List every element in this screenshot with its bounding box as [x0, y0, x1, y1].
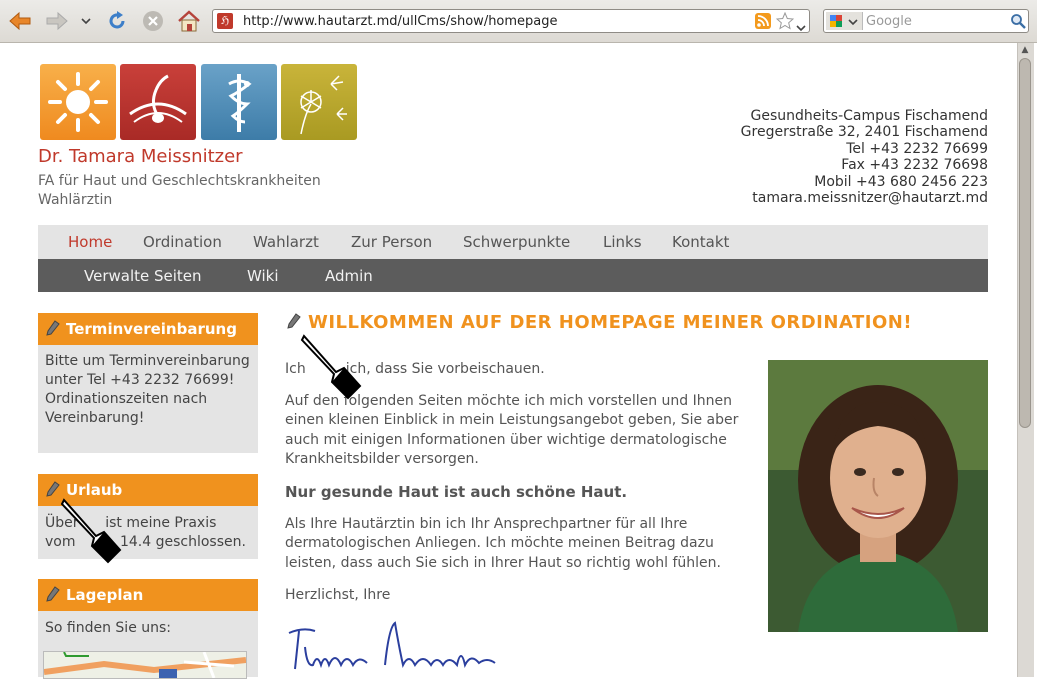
- search-placeholder: Google: [866, 14, 912, 29]
- forward-arrow-icon[interactable]: [44, 8, 70, 34]
- nav-wahlarzt[interactable]: Wahlarzt: [253, 233, 319, 251]
- skin-logo-icon: [120, 64, 196, 140]
- site-subtitle-2: Wahlärztin: [38, 192, 113, 208]
- paragraph-line: einen kleinen Einblick in mein Leistungs…: [285, 412, 739, 429]
- reload-icon[interactable]: [104, 8, 130, 34]
- main-navigation: Home Ordination Wahlarzt Zur Person Schw…: [38, 225, 988, 259]
- rss-feed-icon[interactable]: [755, 13, 771, 33]
- closing-text: Herzlichst, Ihre: [285, 587, 391, 603]
- lageplan-box-header: Lageplan: [38, 579, 258, 611]
- paragraph-line: Als Ihre Hautärztin bin ich Ihr Ansprech…: [285, 516, 688, 532]
- termin-text-line: Vereinbarung!: [45, 410, 145, 426]
- termin-box-title: Terminvereinbarung: [66, 320, 237, 338]
- nav-wiki[interactable]: Wiki: [247, 267, 279, 285]
- nav-home[interactable]: Home: [68, 233, 112, 251]
- slogan-heading: Nur gesunde Haut ist auch schöne Haut.: [285, 483, 628, 501]
- browser-toolbar: ℌ http://www.hautarzt.md/ullCms/show/hom…: [0, 0, 1037, 43]
- paragraph-line: leisten, dass auch Sie sich in Ihrer Hau…: [285, 554, 721, 571]
- site-favicon-icon: ℌ: [217, 13, 233, 29]
- contact-fax: Fax +43 2232 76698: [841, 157, 988, 174]
- dandelion-logo-icon: [281, 64, 357, 140]
- termin-box-header: Terminvereinbarung: [38, 313, 258, 345]
- termin-box-body: Bitte um Terminvereinbarung unter Tel +4…: [38, 345, 258, 453]
- scroll-up-arrow-icon[interactable]: ▲: [1019, 44, 1031, 56]
- nav-verwalte-seiten[interactable]: Verwalte Seiten: [84, 267, 202, 285]
- admin-navigation: Verwalte Seiten Wiki Admin: [38, 259, 988, 292]
- contact-address-name: Gesundheits-Campus Fischamend: [750, 108, 988, 124]
- search-bar[interactable]: Google: [823, 9, 1029, 33]
- search-engine-selector[interactable]: [826, 12, 863, 30]
- nav-zur-person[interactable]: Zur Person: [351, 233, 432, 251]
- url-text: http://www.hautarzt.md/ullCms/show/homep…: [243, 14, 558, 29]
- sun-logo-icon: [40, 64, 116, 140]
- contact-tel: Tel +43 2232 76699: [846, 140, 988, 157]
- edit-pencil-icon[interactable]: [46, 586, 60, 606]
- hand-cursor-icon: [300, 332, 364, 406]
- contact-mobile: Mobil +43 680 2456 223: [814, 173, 988, 190]
- contact-street: Gregerstraße 32, 2401 Fischamend: [740, 124, 988, 141]
- lageplan-box-title: Lageplan: [66, 586, 144, 604]
- nav-kontakt[interactable]: Kontakt: [672, 233, 729, 251]
- home-icon[interactable]: [176, 8, 202, 34]
- paragraph-line: dermatologischen Anliegen. Ich möchte me…: [285, 535, 714, 552]
- lageplan-text: So finden Sie uns:: [45, 620, 172, 636]
- signature-image: [285, 617, 507, 677]
- history-dropdown-icon[interactable]: [77, 8, 95, 34]
- nav-ordination[interactable]: Ordination: [143, 233, 222, 251]
- paragraph-line: auch mit einigen Informationen über wich…: [285, 431, 727, 448]
- site-name[interactable]: Dr. Tamara Meissnitzer: [38, 146, 243, 167]
- location-map[interactable]: [43, 651, 247, 679]
- termin-text-line: Ordinationszeiten nach: [45, 391, 208, 407]
- search-icon[interactable]: [1010, 13, 1026, 33]
- edit-pencil-icon[interactable]: [287, 313, 301, 333]
- contact-email[interactable]: tamara.meissnitzer@hautarzt.md: [741, 190, 988, 206]
- bookmark-star-icon[interactable]: [775, 11, 795, 34]
- paragraph-line: Krankheitsbilder versorgen.: [285, 450, 479, 467]
- site-subtitle: FA für Haut und Geschlechtskrankheiten: [38, 173, 321, 189]
- portrait-photo: [768, 360, 988, 632]
- page-title: WILLKOMMEN AUF DER HOMEPAGE MEINER ORDIN…: [308, 312, 913, 333]
- nav-links[interactable]: Links: [603, 233, 642, 251]
- url-bar[interactable]: ℌ http://www.hautarzt.md/ullCms/show/hom…: [212, 9, 810, 33]
- edit-pencil-icon[interactable]: [46, 481, 60, 501]
- url-dropdown-icon[interactable]: [796, 17, 806, 36]
- termin-text-line: Bitte um Terminvereinbarung: [45, 353, 250, 369]
- nav-admin[interactable]: Admin: [325, 267, 373, 285]
- contact-block: Gesundheits-Campus Fischamend Gregerstra…: [741, 108, 988, 206]
- about-paragraph: Als Ihre Hautärztin bin ich Ihr Ansprech…: [285, 515, 721, 573]
- caduceus-logo-icon: [201, 64, 277, 140]
- back-arrow-icon[interactable]: [7, 8, 33, 34]
- edit-pencil-icon[interactable]: [46, 320, 60, 340]
- hand-cursor-icon: [60, 496, 124, 570]
- scrollbar-thumb[interactable]: [1019, 58, 1031, 428]
- stop-icon[interactable]: [140, 8, 166, 34]
- nav-schwerpunkte[interactable]: Schwerpunkte: [463, 233, 570, 251]
- lageplan-box-body: So finden Sie uns:: [38, 611, 258, 679]
- termin-text-line: unter Tel +43 2232 76699!: [45, 372, 235, 388]
